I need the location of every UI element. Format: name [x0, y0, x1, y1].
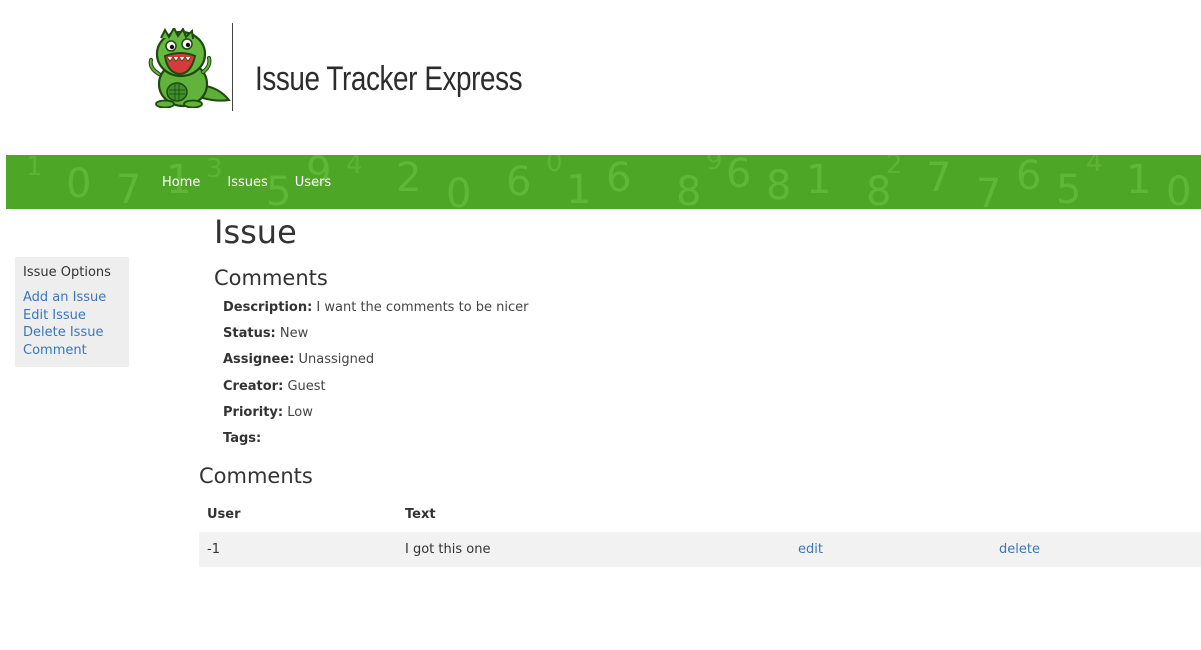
- svg-text:8: 8: [676, 169, 701, 209]
- tags-row: Tags:: [223, 431, 529, 457]
- page: Issue Tracker Express 0 7 1 5 9 2 0 6 1 …: [0, 0, 1201, 650]
- svg-text:1: 1: [806, 157, 831, 203]
- svg-text:5: 5: [1056, 167, 1081, 209]
- navbar: 0 7 1 5 9 2 0 6 1 6 8 6 8 1 8 7 7 6 5 1: [6, 155, 1201, 209]
- svg-text:0: 0: [446, 171, 471, 209]
- comments-table: User Text -1 I got this one edit delete: [199, 497, 1201, 567]
- page-title: Issue: [214, 213, 297, 251]
- table-row: -1 I got this one edit delete: [199, 532, 1201, 567]
- svg-text:6: 6: [1016, 155, 1041, 199]
- priority-row: Priority: Low: [223, 405, 529, 431]
- svg-text:0: 0: [1166, 169, 1191, 209]
- svg-text:9: 9: [706, 155, 723, 176]
- nav-links: Home Issues Users: [162, 155, 358, 209]
- svg-text:1: 1: [1126, 157, 1151, 203]
- status-value: New: [279, 326, 309, 342]
- issue-details: Description: I want the comments to be n…: [223, 300, 529, 457]
- edit-column-header: [790, 497, 991, 532]
- svg-text:0: 0: [66, 161, 91, 207]
- status-row: Status: New: [223, 326, 529, 352]
- priority-value: Low: [287, 404, 313, 420]
- creator-row: Creator: Guest: [223, 379, 529, 405]
- issue-options-sidebar: Issue Options Add an Issue Edit Issue De…: [15, 257, 129, 367]
- svg-text:6: 6: [726, 155, 751, 197]
- svg-text:0: 0: [546, 155, 563, 178]
- creator-value: Guest: [287, 378, 326, 394]
- assignee-label: Assignee:: [223, 352, 295, 368]
- svg-text:7: 7: [116, 167, 141, 209]
- nav-home-link[interactable]: Home: [162, 175, 200, 190]
- comment-user-cell: -1: [199, 532, 397, 567]
- table-header-row: User Text: [199, 497, 1201, 532]
- site-title: Issue Tracker Express: [255, 60, 523, 98]
- edit-cell: edit: [790, 532, 991, 567]
- comment-link[interactable]: Comment: [23, 342, 121, 360]
- svg-text:2: 2: [396, 155, 421, 201]
- delete-comment-link[interactable]: delete: [999, 542, 1040, 557]
- tags-label: Tags:: [223, 430, 262, 446]
- priority-label: Priority:: [223, 404, 284, 420]
- comment-text-cell: I got this one: [397, 532, 790, 567]
- description-value: I want the comments to be nicer: [316, 300, 529, 315]
- svg-text:1: 1: [26, 155, 43, 182]
- svg-text:6: 6: [606, 155, 631, 201]
- status-label: Status:: [223, 326, 276, 342]
- svg-text:2: 2: [886, 155, 903, 180]
- svg-text:8: 8: [766, 163, 791, 209]
- edit-comment-link[interactable]: edit: [798, 542, 823, 557]
- svg-text:1: 1: [566, 167, 591, 209]
- nav-users-link[interactable]: Users: [295, 175, 331, 190]
- svg-text:4: 4: [1086, 155, 1103, 178]
- creator-label: Creator:: [223, 378, 284, 394]
- add-issue-link[interactable]: Add an Issue: [23, 289, 121, 307]
- edit-issue-link[interactable]: Edit Issue: [23, 307, 121, 325]
- delete-issue-link[interactable]: Delete Issue: [23, 324, 121, 342]
- description-row: Description: I want the comments to be n…: [223, 300, 529, 326]
- svg-text:7: 7: [976, 171, 1001, 209]
- user-column-header: User: [207, 507, 241, 522]
- logo-divider: [232, 23, 233, 111]
- delete-column-header: [991, 497, 1201, 532]
- text-column-header: Text: [405, 507, 436, 522]
- assignee-row: Assignee: Unassigned: [223, 352, 529, 378]
- dinosaur-logo-icon: [148, 28, 231, 108]
- svg-text:6: 6: [506, 159, 531, 205]
- assignee-value: Unassigned: [298, 352, 375, 368]
- sidebar-title: Issue Options: [23, 265, 111, 280]
- nav-issues-link[interactable]: Issues: [227, 175, 267, 190]
- svg-text:7: 7: [926, 155, 951, 201]
- description-label: Description:: [223, 300, 313, 315]
- section-title: Comments: [214, 266, 328, 290]
- delete-cell: delete: [991, 532, 1201, 567]
- comments-title: Comments: [199, 464, 313, 488]
